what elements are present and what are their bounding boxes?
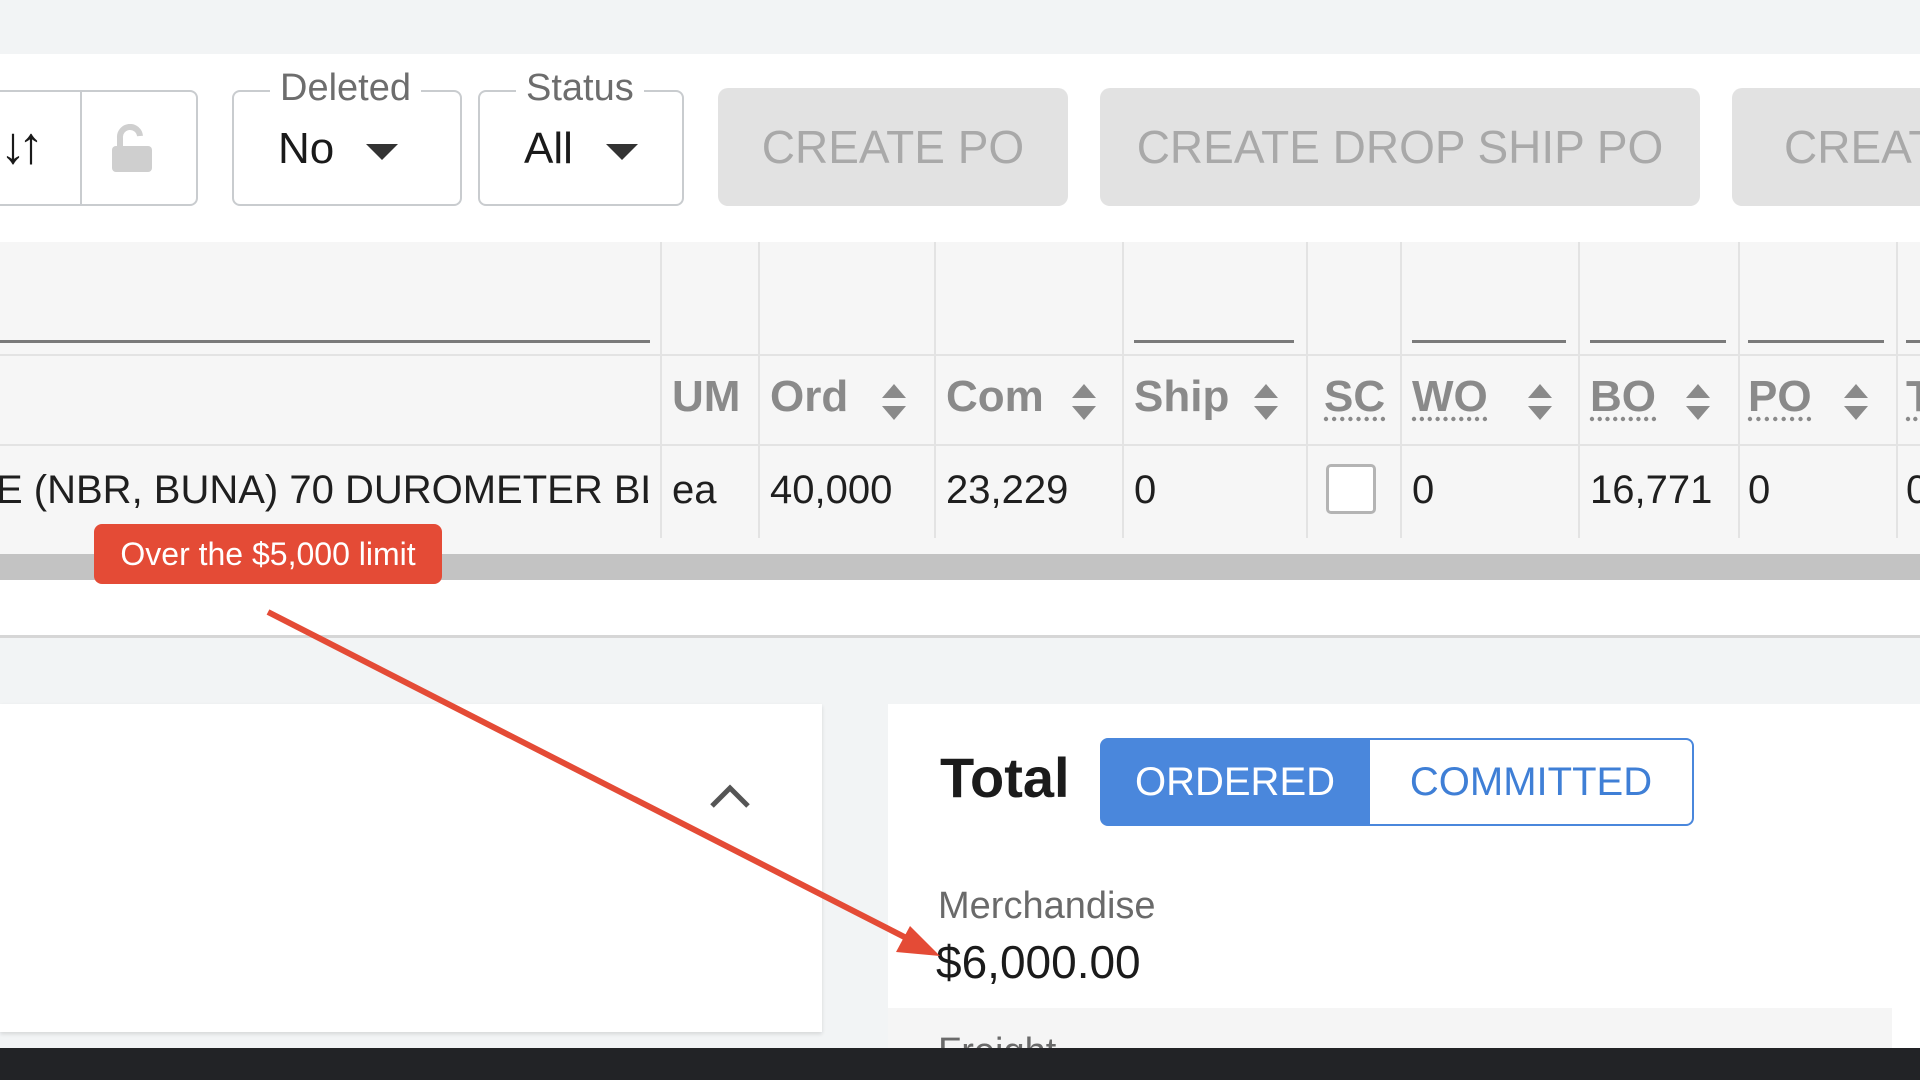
cell-um: ea: [672, 468, 717, 512]
status-filter-select[interactable]: Status All: [478, 68, 684, 206]
cell-ship: 0: [1134, 468, 1157, 512]
cell-wo: 0: [1412, 468, 1435, 512]
t-filter-input[interactable]: [1906, 340, 1920, 343]
bottom-bar: [0, 1048, 1920, 1080]
create-other-button[interactable]: CREAT: [1732, 88, 1920, 206]
chevron-down-icon: [606, 144, 638, 160]
column-divider: [660, 242, 662, 538]
sort-icon[interactable]: [1684, 382, 1712, 422]
ordered-toggle-button[interactable]: ORDERED: [1100, 738, 1370, 826]
deleted-filter-select[interactable]: Deleted No: [232, 68, 462, 206]
column-divider: [1400, 242, 1402, 538]
sort-icon[interactable]: [1526, 382, 1554, 422]
collapsible-panel: [0, 704, 822, 1032]
column-divider: [1896, 242, 1898, 538]
sort-icon[interactable]: [1842, 382, 1870, 422]
description-filter-input[interactable]: [0, 340, 650, 343]
committed-toggle-button[interactable]: COMMITTED: [1368, 738, 1694, 826]
column-header-um: UM: [672, 372, 741, 421]
sc-checkbox[interactable]: [1326, 464, 1376, 514]
chevron-up-icon[interactable]: [708, 780, 752, 810]
wo-filter-input[interactable]: [1412, 340, 1566, 343]
sort-icon[interactable]: ↓↑: [0, 120, 44, 172]
sort-icon[interactable]: [1070, 382, 1098, 422]
column-divider: [1306, 242, 1308, 538]
deleted-filter-label: Deleted: [270, 68, 421, 108]
column-header-po[interactable]: PO: [1748, 372, 1812, 422]
limit-warning-tooltip: Over the $5,000 limit: [94, 524, 442, 584]
chevron-down-icon: [366, 144, 398, 160]
column-divider: [1578, 242, 1580, 538]
cell-t: 0: [1906, 468, 1920, 512]
column-divider: [1738, 242, 1740, 538]
column-divider: [1122, 242, 1124, 538]
row-separator: [0, 444, 1920, 446]
column-header-sc: SC: [1324, 372, 1386, 421]
column-divider: [758, 242, 760, 538]
status-filter-label: Status: [516, 68, 644, 108]
bo-filter-input[interactable]: [1590, 340, 1726, 343]
sort-icon[interactable]: [1252, 382, 1280, 422]
table-footer: [0, 580, 1920, 638]
cell-description: E (NBR, BUNA) 70 DUROMETER BL ...: [0, 468, 648, 512]
merchandise-label: Merchandise: [938, 885, 1156, 927]
status-filter-value: All: [524, 124, 573, 173]
column-header-bo[interactable]: BO: [1590, 372, 1656, 422]
button-group-divider: [80, 92, 82, 204]
create-drop-ship-po-button[interactable]: CREATE DROP SHIP PO: [1100, 88, 1700, 206]
sort-icon[interactable]: [880, 382, 908, 422]
cell-com: 23,229: [946, 468, 1069, 512]
cell-po: 0: [1748, 468, 1771, 512]
po-filter-input[interactable]: [1748, 340, 1884, 343]
ship-filter-input[interactable]: [1134, 340, 1294, 343]
column-header-com[interactable]: Com: [946, 372, 1044, 422]
column-header-ord[interactable]: Ord: [770, 372, 848, 422]
sort-lock-button-group: ↓↑: [0, 90, 198, 206]
column-divider: [934, 242, 936, 538]
column-header-wo[interactable]: WO: [1412, 372, 1488, 422]
cell-ord: 40,000: [770, 468, 893, 512]
column-header-ship[interactable]: Ship: [1134, 372, 1229, 422]
merchandise-value: $6,000.00: [936, 936, 1141, 988]
column-header-t[interactable]: T: [1906, 372, 1920, 422]
header-separator: [0, 354, 1920, 356]
cell-bo: 16,771: [1590, 468, 1713, 512]
create-po-button[interactable]: CREATE PO: [718, 88, 1068, 206]
totals-title: Total: [940, 746, 1070, 809]
deleted-filter-value: No: [278, 124, 335, 173]
unlock-icon[interactable]: [108, 124, 156, 174]
